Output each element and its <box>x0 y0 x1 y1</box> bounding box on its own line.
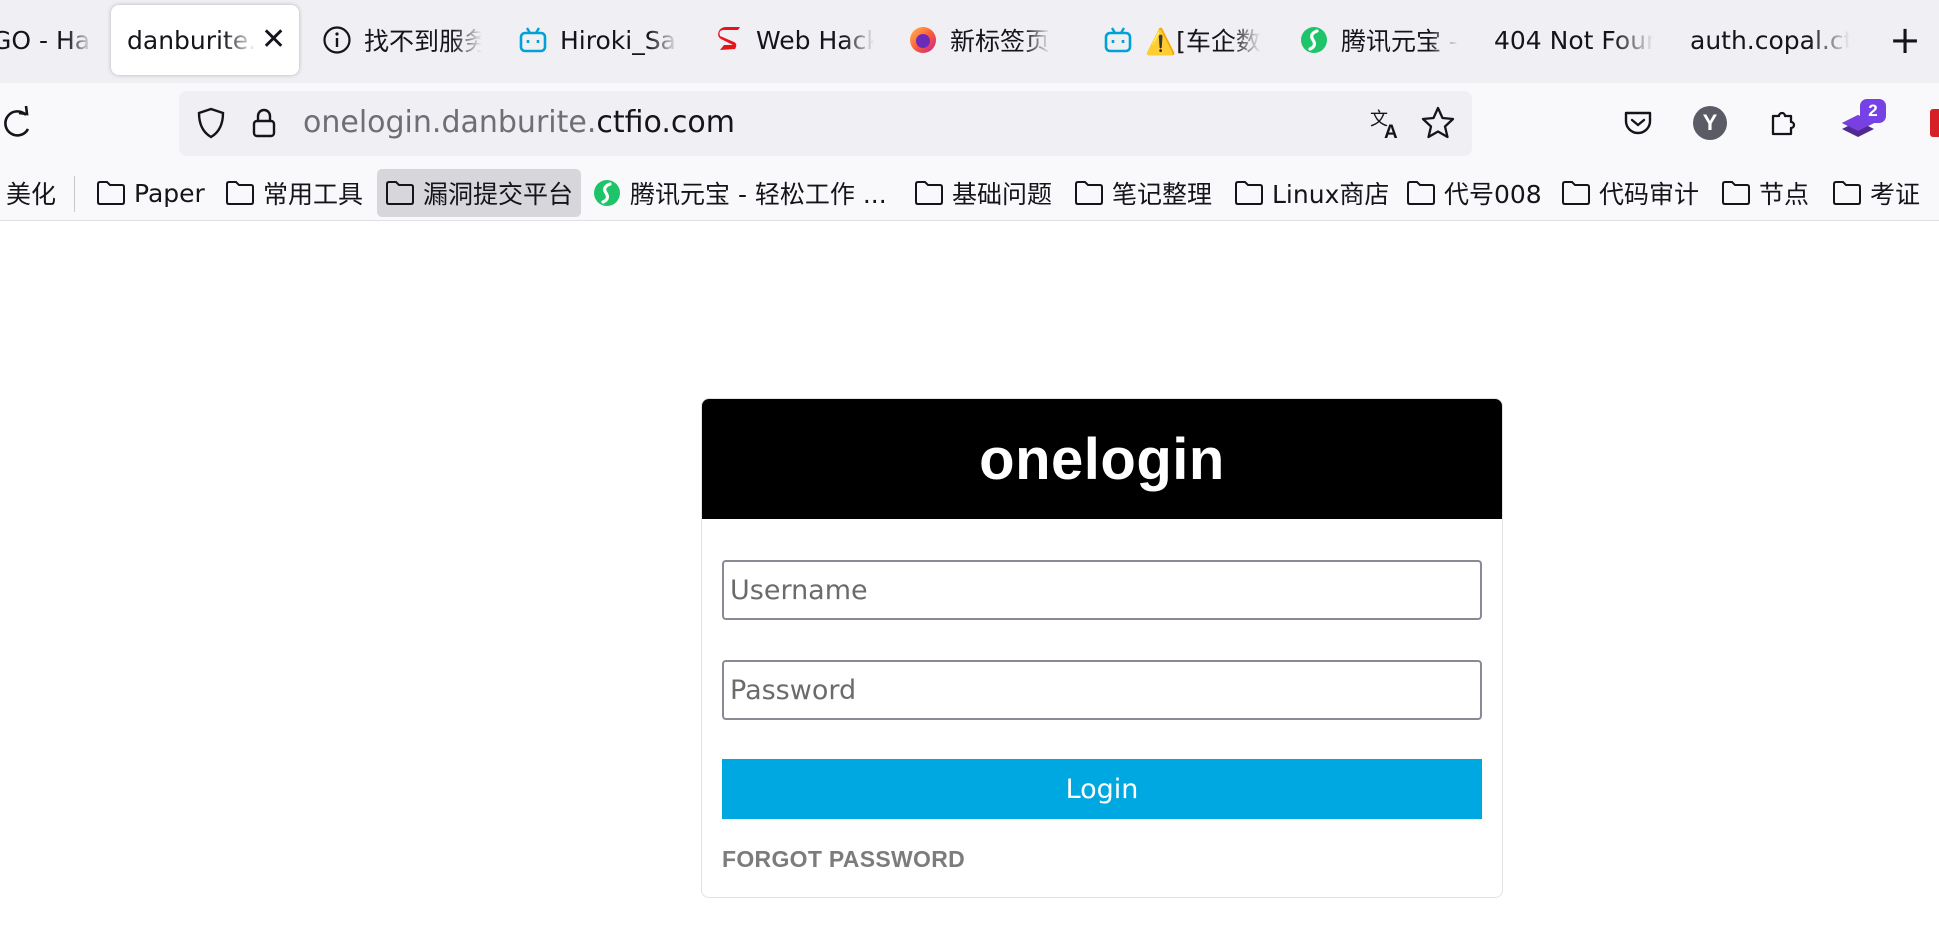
lock-icon[interactable] <box>249 106 279 140</box>
brand-title: onelogin <box>979 426 1225 492</box>
bookmark-yuanbao[interactable]: 腾讯元宝 - 轻松工作 ... <box>592 169 887 217</box>
tab-label: 新标签页 <box>950 27 1051 56</box>
extension-layers-icon[interactable]: 2 <box>1838 99 1886 143</box>
bookmark-label: 腾讯元宝 - 轻松工作 ... <box>630 180 887 209</box>
bookmark-label: 代号008 <box>1444 180 1542 209</box>
folder-icon <box>97 181 125 205</box>
bookmark-label: 常用工具 <box>263 180 364 209</box>
extensions-puzzle-icon[interactable] <box>1762 103 1802 143</box>
svg-text:A: A <box>1384 122 1398 141</box>
url-text[interactable]: onelogin.danburite.ctfio.com <box>303 104 735 142</box>
yuanbao-icon <box>594 180 620 206</box>
url-prefix: onelogin.danburite. <box>303 105 597 140</box>
tab-hiroki[interactable]: Hiroki_Sav <box>518 5 678 75</box>
bookmark-folder-linux-store[interactable]: Linux商店 <box>1234 169 1389 217</box>
folder-icon <box>226 181 254 205</box>
bookmark-beautify[interactable]: 美化 <box>6 169 56 217</box>
forgot-password-link[interactable]: FORGOT PASSWORD <box>722 846 965 873</box>
tab-label: 找不到服务 <box>364 27 482 56</box>
bookmark-folder-basic-questions[interactable]: 基础问题 <box>914 169 1052 217</box>
password-input[interactable] <box>722 660 1482 720</box>
bookmark-label: 基础问题 <box>952 180 1053 209</box>
tab-not-found-server[interactable]: 找不到服务 <box>322 5 482 75</box>
bookmark-star-icon[interactable] <box>1420 105 1456 141</box>
bookmark-label: 考证 <box>1870 180 1921 209</box>
tab-label: danburite.c <box>127 25 255 55</box>
bilibili-icon <box>1103 25 1133 55</box>
bookmark-folder-nodes[interactable]: 节点 <box>1721 169 1809 217</box>
tab-404[interactable]: 404 Not Foun <box>1494 5 1654 75</box>
tab-danburite[interactable]: danburite.c ✕ <box>111 5 299 75</box>
login-header: onelogin <box>702 399 1502 519</box>
account-avatar[interactable]: Y <box>1690 103 1730 143</box>
bilibili-icon <box>518 25 548 55</box>
address-bar[interactable]: onelogin.danburite.ctfio.com 文A <box>179 91 1472 156</box>
translate-icon[interactable]: 文A <box>1369 105 1405 143</box>
folder-icon <box>386 181 414 205</box>
bookmark-folder-vuln-submit[interactable]: 漏洞提交平台 <box>377 169 582 217</box>
folder-icon <box>1833 181 1861 205</box>
bookmark-label: 代码审计 <box>1599 180 1700 209</box>
yuanbao-icon <box>1299 25 1329 55</box>
bookmark-label: 笔记整理 <box>1112 180 1213 209</box>
folder-icon <box>915 181 943 205</box>
login-card: onelogin Login FORGOT PASSWORD <box>701 398 1503 898</box>
folder-icon <box>1407 181 1435 205</box>
bookmark-folder-paper[interactable]: Paper <box>96 169 205 217</box>
bookmark-folder-code-008[interactable]: 代号008 <box>1406 169 1542 217</box>
folder-icon <box>1075 181 1103 205</box>
tab-label: 404 Not Foun <box>1494 25 1654 55</box>
folder-icon <box>1722 181 1750 205</box>
tab-label: GO - Hac <box>0 25 92 55</box>
bookmarks-toolbar: 美化 Paper 常用工具 漏洞提交平台 腾讯元宝 - 轻松工作 ... 基础问… <box>0 165 1939 221</box>
bookmark-label: 美化 <box>6 180 57 209</box>
bookmark-label: Paper <box>134 178 205 208</box>
red-s-icon <box>714 25 744 55</box>
bookmarks-separator <box>74 176 75 212</box>
navigation-toolbar: onelogin.danburite.ctfio.com 文A Y 2 <box>0 83 1939 165</box>
bookmark-label: 节点 <box>1759 180 1810 209</box>
bookmark-label: 漏洞提交平台 <box>423 180 574 209</box>
tab-label: Hiroki_Sav <box>560 25 678 55</box>
login-button[interactable]: Login <box>722 759 1482 819</box>
avatar-letter: Y <box>1693 106 1727 140</box>
info-icon <box>322 25 352 55</box>
new-tab-button[interactable]: + <box>1885 14 1925 66</box>
bookmark-label: Linux商店 <box>1272 180 1390 209</box>
folder-icon <box>1235 181 1263 205</box>
bookmark-folder-notes[interactable]: 笔记整理 <box>1074 169 1212 217</box>
bookmark-folder-code-audit[interactable]: 代码审计 <box>1561 169 1699 217</box>
tab-web-hack[interactable]: Web Hack <box>714 5 874 75</box>
close-tab-icon[interactable]: ✕ <box>261 25 286 55</box>
tab-label: auth.copal.ctf <box>1690 25 1850 55</box>
tab-label: Web Hack <box>756 25 874 55</box>
reload-icon[interactable] <box>0 103 40 143</box>
url-domain: ctfio.com <box>596 105 735 140</box>
tab-yuanbao[interactable]: 腾讯元宝 - <box>1299 5 1459 75</box>
tracking-protection-shield-icon[interactable] <box>194 106 228 140</box>
folder-icon <box>1562 181 1590 205</box>
extension-badge: 2 <box>1860 99 1886 123</box>
pocket-icon[interactable] <box>1618 103 1658 143</box>
tab-new-tab-page[interactable]: 新标签页 <box>908 5 1068 75</box>
bookmark-folder-common-tools[interactable]: 常用工具 <box>225 169 363 217</box>
tab-auth-copal[interactable]: auth.copal.ctf <box>1690 5 1850 75</box>
username-input[interactable] <box>722 560 1482 620</box>
bookmark-folder-certification[interactable]: 考证 <box>1832 169 1920 217</box>
tab-car-data[interactable]: ⚠️[车企数 <box>1103 5 1263 75</box>
tab-strip: GO - Hac danburite.c ✕ 找不到服务 Hiroki_Sav … <box>0 0 1939 83</box>
firefox-icon <box>908 25 938 55</box>
tab-label: ⚠️[车企数 <box>1145 27 1261 56</box>
extension-red-icon[interactable] <box>1920 103 1939 143</box>
tab-label: 腾讯元宝 - <box>1341 27 1458 56</box>
tab-hackgo[interactable]: GO - Hac <box>0 5 92 75</box>
